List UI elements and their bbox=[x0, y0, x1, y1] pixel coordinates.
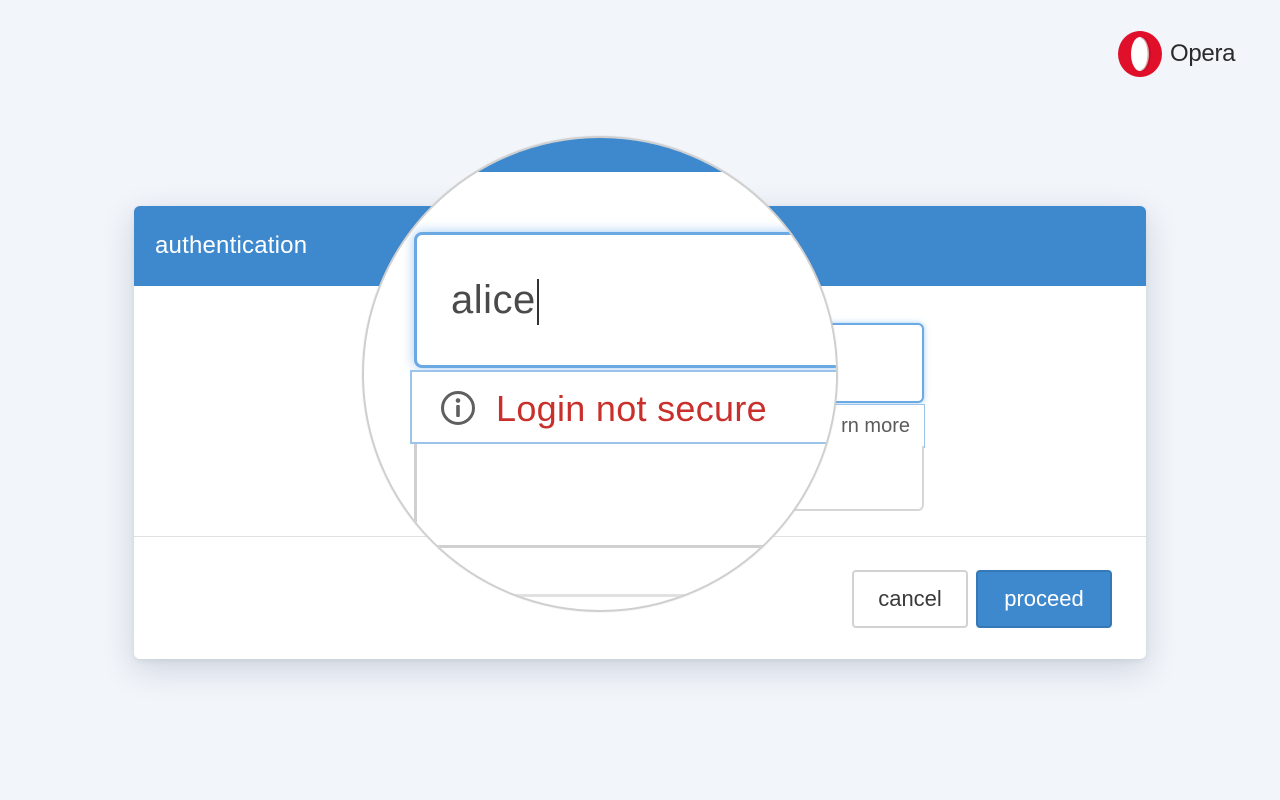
magnified-insecure-warning: Login not secure bbox=[410, 370, 836, 444]
opera-brand: Opera bbox=[1116, 30, 1236, 78]
magnifier-lens: alice Login not secure bbox=[362, 136, 838, 612]
username-value: alice bbox=[451, 278, 536, 322]
text-caret bbox=[537, 279, 539, 325]
cancel-button[interactable]: cancel bbox=[852, 570, 968, 628]
magnified-password-field[interactable] bbox=[414, 444, 836, 548]
magnified-username-field[interactable]: alice bbox=[414, 232, 836, 368]
opera-logo-icon bbox=[1118, 31, 1162, 77]
dialog-title: authentication bbox=[155, 232, 308, 259]
learn-more-link[interactable]: rn more bbox=[841, 415, 910, 438]
magnified-divider bbox=[364, 594, 836, 597]
proceed-button[interactable]: proceed bbox=[976, 570, 1112, 628]
page: Opera authentication rn more cancel proc… bbox=[0, 0, 1280, 800]
warning-text: Login not secure bbox=[496, 388, 767, 429]
magnified-dialog-header bbox=[364, 138, 836, 172]
opera-wordmark: Opera bbox=[1170, 40, 1236, 67]
info-icon bbox=[441, 391, 475, 425]
